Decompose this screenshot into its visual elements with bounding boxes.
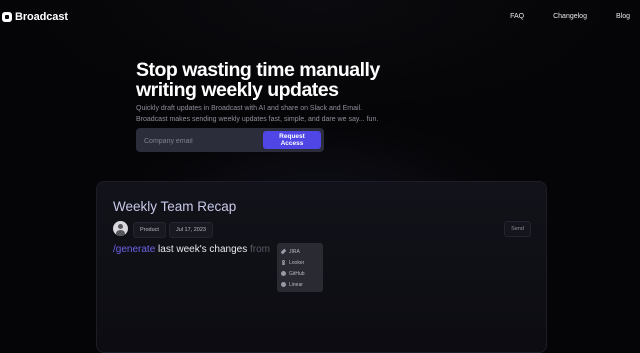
top-nav: Broadcast FAQ Changelog Blog <box>0 0 640 34</box>
source-label: GitHub <box>289 270 305 277</box>
prompt-line[interactable]: /generate last week's changes from <box>113 244 270 255</box>
editor-preview-card: Weekly Team Recap Product Jul 17, 2023 S… <box>96 181 547 353</box>
hero-subtitle-line-2: Broadcast makes sending weekly updates f… <box>136 115 379 123</box>
nav-link-faq[interactable]: FAQ <box>510 13 524 20</box>
prompt-text: last week's changes <box>158 244 248 255</box>
jira-icon <box>281 249 286 254</box>
source-item-looker[interactable]: Looker <box>277 257 323 268</box>
nav-link-blog[interactable]: Blog <box>616 13 630 20</box>
slash-command: /generate <box>113 244 156 255</box>
send-button[interactable]: Send <box>504 221 531 237</box>
nav-links: FAQ Changelog Blog <box>481 13 630 20</box>
brand-name: Broadcast <box>15 11 68 23</box>
hero-subtitle-line-1: Quickly draft updates in Broadcast with … <box>136 105 363 112</box>
signup-form: Request Access <box>136 128 324 152</box>
hero-subtitle: Quickly draft updates in Broadcast with … <box>136 104 436 125</box>
linear-icon <box>281 282 286 287</box>
source-item-github[interactable]: GitHub <box>277 268 323 279</box>
avatar[interactable] <box>113 221 128 236</box>
prompt-from: from <box>250 244 271 255</box>
source-item-jira[interactable]: JIRA <box>277 246 323 257</box>
company-email-input[interactable] <box>142 134 256 148</box>
hero: Stop wasting time manually writing weekl… <box>136 60 436 125</box>
hero-title: Stop wasting time manually writing weekl… <box>136 60 436 100</box>
source-label: Linear <box>289 281 303 288</box>
date-pill[interactable]: Jul 17, 2023 <box>169 222 213 238</box>
card-title: Weekly Team Recap <box>113 199 237 214</box>
tag-pill[interactable]: Product <box>133 222 166 238</box>
hero-title-line-2: writing weekly updates <box>136 79 339 101</box>
nav-link-changelog[interactable]: Changelog <box>553 13 587 20</box>
source-label: Looker <box>289 259 305 266</box>
broadcast-logo-icon <box>2 12 12 22</box>
hero-title-line-1: Stop wasting time manually <box>136 59 380 81</box>
github-icon <box>281 271 286 276</box>
source-label: JIRA <box>289 248 300 255</box>
source-item-linear[interactable]: Linear <box>277 279 323 290</box>
brand[interactable]: Broadcast <box>2 11 68 23</box>
source-dropdown: JIRA Looker GitHub Linear <box>277 243 323 292</box>
looker-icon <box>281 260 286 265</box>
request-access-button[interactable]: Request Access <box>263 131 321 149</box>
